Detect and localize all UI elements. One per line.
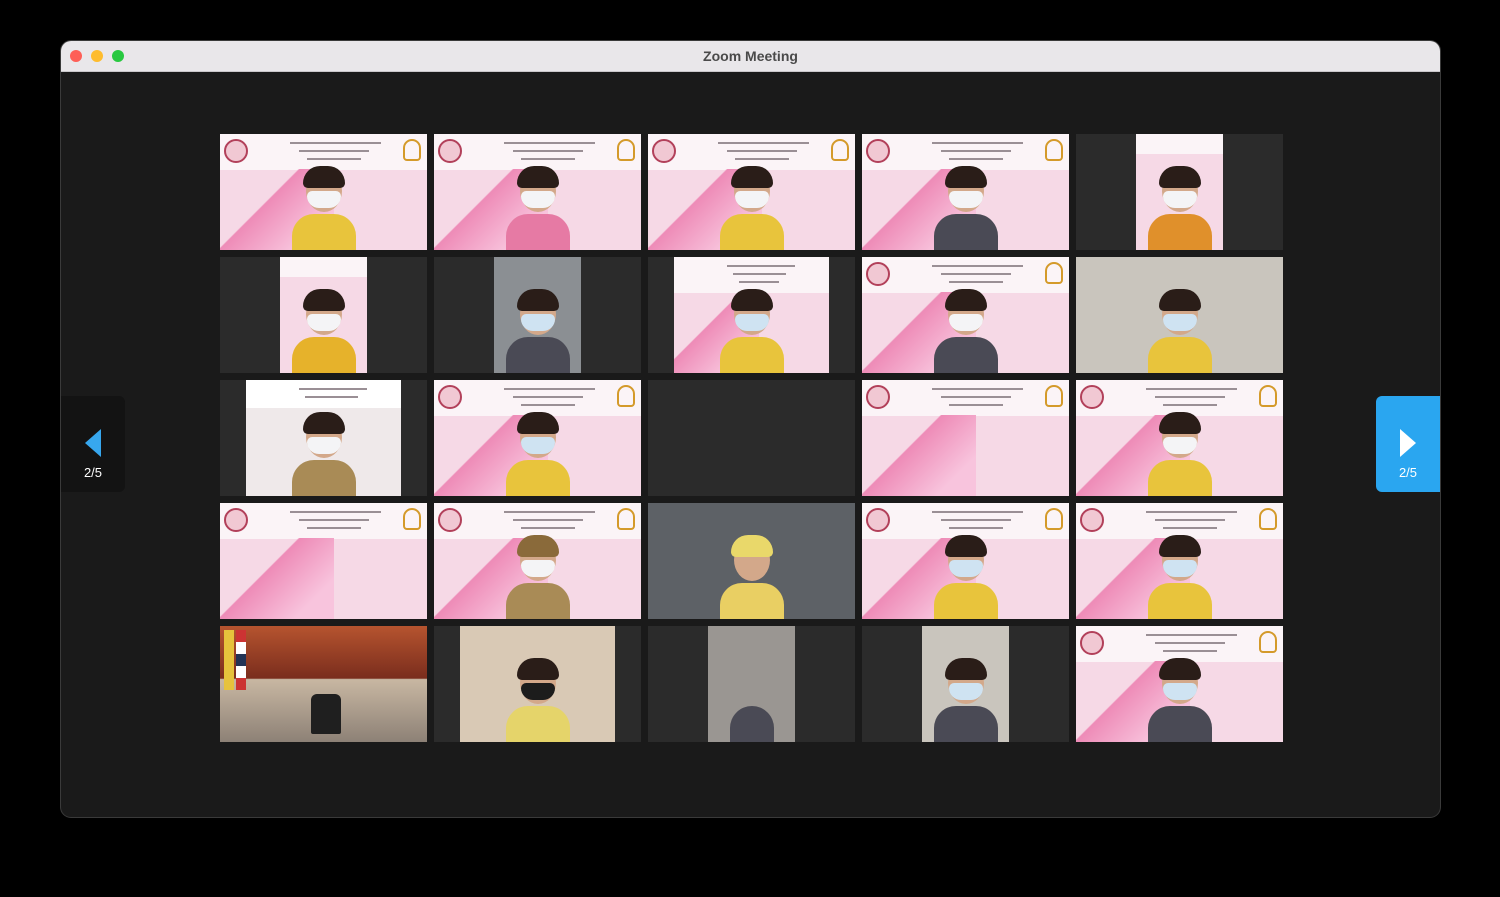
participant-video-tile[interactable] [220, 380, 427, 496]
participant-video-tile[interactable] [220, 503, 427, 619]
participant-video-tile[interactable] [1076, 134, 1283, 250]
participant-video-tile[interactable] [648, 626, 855, 742]
participant-video-tile[interactable] [434, 626, 641, 742]
participant-video-tile[interactable] [220, 626, 427, 742]
participant-video-tile[interactable] [862, 134, 1069, 250]
page-indicator: 2/5 [1398, 465, 1418, 480]
participant-video-tile[interactable] [648, 380, 855, 496]
participant-video-tile[interactable] [434, 134, 641, 250]
chevron-right-icon [1400, 429, 1416, 457]
participant-video-tile[interactable] [862, 626, 1069, 742]
participant-video-tile[interactable] [434, 380, 641, 496]
participant-video-tile[interactable] [648, 257, 855, 373]
participant-video-tile[interactable] [862, 503, 1069, 619]
participant-video-tile[interactable] [434, 503, 641, 619]
participant-video-tile[interactable] [1076, 380, 1283, 496]
participant-video-tile[interactable] [862, 257, 1069, 373]
participant-video-tile[interactable] [1076, 503, 1283, 619]
gallery-grid [220, 134, 1283, 742]
participant-video-tile[interactable] [648, 134, 855, 250]
zoom-window: Zoom Meeting [61, 41, 1440, 817]
participant-video-tile[interactable] [862, 380, 1069, 496]
participant-video-tile[interactable] [220, 134, 427, 250]
participant-video-tile[interactable] [220, 257, 427, 373]
participant-video-tile[interactable] [648, 503, 855, 619]
title-bar: Zoom Meeting [61, 41, 1440, 72]
chevron-left-icon [85, 429, 101, 457]
participant-video-tile[interactable] [1076, 257, 1283, 373]
participant-video-tile[interactable] [1076, 626, 1283, 742]
previous-page-button[interactable]: 2/5 [61, 396, 125, 492]
next-page-button[interactable]: 2/5 [1376, 396, 1440, 492]
window-title: Zoom Meeting [703, 48, 798, 64]
participant-video-tile[interactable] [434, 257, 641, 373]
page-indicator: 2/5 [83, 465, 103, 480]
